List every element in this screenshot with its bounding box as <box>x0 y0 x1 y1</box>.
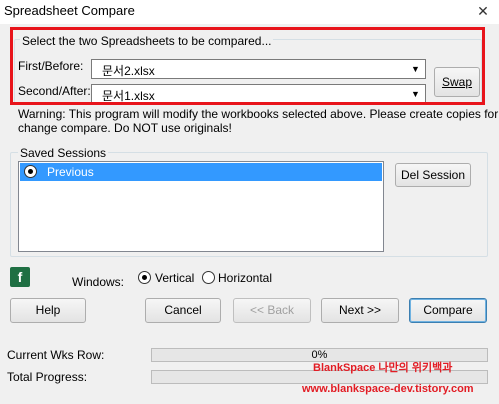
horizontal-radio[interactable] <box>202 271 215 284</box>
close-button[interactable]: ✕ <box>468 1 498 21</box>
next-button[interactable]: Next >> <box>321 298 399 323</box>
vertical-radio[interactable] <box>138 271 151 284</box>
window-title: Spreadsheet Compare <box>4 3 135 18</box>
compare-button[interactable]: Compare <box>409 298 487 323</box>
vertical-label[interactable]: Vertical <box>155 271 194 285</box>
help-button[interactable]: Help <box>10 298 86 323</box>
warning-line-2: change compare. Do NOT use originals! <box>18 121 232 135</box>
saved-sessions-legend: Saved Sessions <box>18 146 109 160</box>
wks-row-label: Current Wks Row: <box>7 348 105 362</box>
session-label: Previous <box>47 165 94 179</box>
highlight-box <box>10 27 485 105</box>
del-session-button[interactable]: Del Session <box>395 163 471 187</box>
total-progress-label: Total Progress: <box>7 370 88 384</box>
horizontal-label[interactable]: Horizontal <box>218 271 272 285</box>
session-radio[interactable] <box>24 165 37 178</box>
excel-icon: f <box>10 267 30 287</box>
sessions-list[interactable]: Previous <box>18 161 384 252</box>
watermark-title: BlankSpace 나만의 위키백과 <box>313 362 453 374</box>
back-button[interactable]: << Back <box>233 298 311 323</box>
watermark-url: www.blankspace-dev.tistory.com <box>302 383 474 395</box>
cancel-button[interactable]: Cancel <box>145 298 221 323</box>
windows-label: Windows: <box>72 275 125 289</box>
session-item-previous[interactable]: Previous <box>20 163 382 181</box>
warning-line-1: Warning: This program will modify the wo… <box>18 107 499 121</box>
